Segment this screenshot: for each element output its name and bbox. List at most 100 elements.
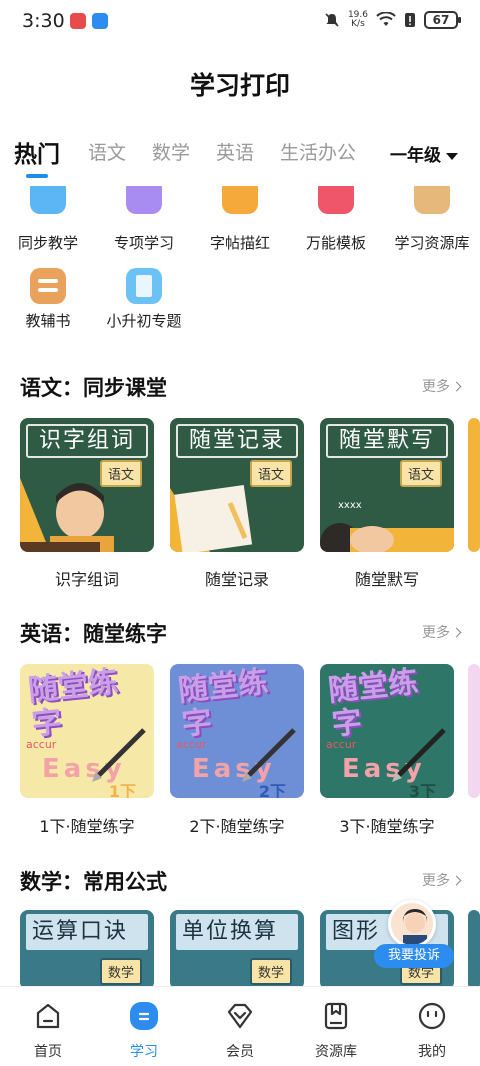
card-grade: 3下 bbox=[408, 782, 436, 798]
card-label: 随堂默写 bbox=[354, 570, 419, 589]
card-chinese-2[interactable]: 随堂记录 语文 bbox=[170, 418, 304, 552]
card-english-1[interactable]: 随堂练字 accur Easy 1下 bbox=[20, 664, 154, 798]
pen-icon bbox=[392, 728, 446, 782]
nav-label: 资源库 bbox=[315, 1044, 357, 1060]
card-tag: 数学 bbox=[249, 958, 292, 985]
svg-text:xxxx: xxxx bbox=[338, 500, 362, 511]
grade-selector[interactable]: 一年级 bbox=[390, 141, 458, 166]
chevron-right-icon bbox=[451, 875, 462, 886]
app-notification-icon bbox=[70, 13, 86, 29]
tab-math[interactable]: 数学 bbox=[152, 138, 190, 165]
bottom-navigation: 首页 学习 会员 资源库 我的 bbox=[0, 986, 480, 1066]
pen-icon bbox=[242, 728, 296, 782]
more-label: 更多 bbox=[422, 873, 450, 889]
section-title-chinese: 语文：同步课堂 bbox=[20, 376, 167, 400]
grid-label: 同步教学 bbox=[17, 234, 78, 252]
network-speed: 19.6 K/s bbox=[348, 11, 368, 29]
tab-chinese[interactable]: 语文 bbox=[88, 138, 126, 165]
nav-resources[interactable]: 资源库 bbox=[296, 1001, 376, 1061]
section-title-english: 英语：随堂练字 bbox=[20, 622, 167, 646]
resource-library-icon bbox=[414, 186, 450, 214]
sync-teaching-icon bbox=[30, 186, 66, 214]
grid-label: 万能模板 bbox=[305, 234, 366, 252]
more-link-math[interactable]: 更多 bbox=[422, 870, 462, 890]
card-english-peek[interactable] bbox=[468, 664, 480, 798]
card-cover-subtext: accur bbox=[176, 738, 207, 751]
battery-indicator: 67 bbox=[424, 11, 461, 29]
card-label: 识字组词 bbox=[54, 570, 119, 589]
chevron-right-icon bbox=[451, 627, 462, 638]
card-math-peek[interactable] bbox=[468, 910, 480, 990]
card-cover-title: 单位换算 bbox=[176, 914, 298, 950]
grid-label: 专项学习 bbox=[113, 234, 174, 252]
card-chinese-3[interactable]: 随堂默写 语文 xxxx bbox=[320, 418, 454, 552]
card-math-2[interactable]: 单位换算 数学 bbox=[170, 910, 304, 990]
mute-bell-icon bbox=[325, 13, 339, 27]
grid-label: 学习资源库 bbox=[394, 234, 470, 252]
copybook-icon bbox=[222, 186, 258, 214]
more-label: 更多 bbox=[422, 379, 450, 395]
nav-label: 会员 bbox=[226, 1044, 254, 1060]
sim-alert-icon bbox=[405, 13, 415, 27]
card-chinese-1[interactable]: 识字组词 语文 bbox=[20, 418, 154, 552]
more-label: 更多 bbox=[422, 625, 450, 641]
grid-item-sync-teaching[interactable]: 同步教学 bbox=[0, 226, 96, 253]
card-grade: 2下 bbox=[258, 782, 286, 798]
grid-item-template[interactable]: 万能模板 bbox=[288, 226, 384, 253]
student-writing-illustration: xxxx bbox=[320, 500, 454, 552]
active-tab-indicator bbox=[26, 174, 48, 178]
document-icon bbox=[126, 268, 162, 304]
card-label: 2下·随堂练字 bbox=[189, 817, 285, 836]
more-link-chinese[interactable]: 更多 bbox=[422, 376, 462, 396]
chevron-right-icon bbox=[451, 381, 462, 392]
card-english-3[interactable]: 随堂练字 accur Easy 3下 bbox=[320, 664, 454, 798]
grid-label: 教辅书 bbox=[25, 312, 71, 330]
grid-item-copybook[interactable]: 字帖描红 bbox=[192, 226, 288, 253]
caret-down-icon bbox=[446, 152, 458, 160]
card-grade: 1下 bbox=[108, 782, 136, 798]
student-illustration bbox=[20, 478, 114, 552]
network-speed-unit: K/s bbox=[351, 19, 365, 29]
grid-item-tutorial-books[interactable]: 教辅书 bbox=[0, 268, 96, 331]
complaint-floating-button[interactable]: 我要投诉 bbox=[374, 900, 454, 972]
grid-item-resource-library[interactable]: 学习资源库 bbox=[384, 226, 480, 253]
card-tag: 数学 bbox=[99, 958, 142, 985]
bookmark-book-icon bbox=[324, 1002, 348, 1030]
status-time: 3:30 bbox=[22, 10, 65, 32]
nav-vip[interactable]: 会员 bbox=[200, 1001, 280, 1061]
card-cover-subtext: accur bbox=[326, 738, 357, 751]
complaint-label: 我要投诉 bbox=[374, 944, 454, 968]
card-cover-subtext: accur bbox=[26, 738, 57, 751]
home-icon bbox=[36, 1003, 60, 1029]
nav-study[interactable]: 学习 bbox=[104, 1001, 184, 1061]
wifi-icon bbox=[376, 12, 396, 26]
tab-hot[interactable]: 热门 bbox=[14, 135, 60, 169]
grid-item-special-study[interactable]: 专项学习 bbox=[96, 226, 192, 253]
service-agent-avatar bbox=[388, 900, 436, 948]
card-chinese-peek[interactable] bbox=[468, 418, 480, 552]
cloud-notification-icon bbox=[92, 13, 108, 29]
grade-label: 一年级 bbox=[390, 146, 441, 166]
nav-profile[interactable]: 我的 bbox=[392, 1001, 472, 1061]
card-label: 1下·随堂练字 bbox=[39, 817, 135, 836]
more-link-english[interactable]: 更多 bbox=[422, 622, 462, 642]
grid-label: 字帖描红 bbox=[209, 234, 270, 252]
special-study-icon bbox=[126, 186, 162, 214]
grid-icons-row1 bbox=[0, 186, 480, 216]
diamond-icon bbox=[227, 1003, 253, 1029]
template-icon bbox=[318, 186, 354, 214]
notebook-illustration bbox=[170, 484, 253, 552]
tab-life-office[interactable]: 生活办公 bbox=[280, 138, 356, 165]
card-math-1[interactable]: 运算口诀 数学 bbox=[20, 910, 154, 990]
card-label: 随堂记录 bbox=[204, 570, 269, 589]
pen-icon bbox=[92, 728, 146, 782]
smile-face-icon bbox=[418, 1002, 446, 1030]
page-title: 学习打印 bbox=[189, 71, 290, 100]
card-cover-title: 运算口诀 bbox=[26, 914, 148, 950]
grid-item-middle-school-topic[interactable]: 小升初专题 bbox=[96, 268, 192, 331]
grid-label: 小升初专题 bbox=[106, 312, 182, 330]
nav-home[interactable]: 首页 bbox=[8, 1001, 88, 1061]
card-english-2[interactable]: 随堂练字 accur Easy 2下 bbox=[170, 664, 304, 798]
status-bar: 3:30 19.6 K/s 67 bbox=[0, 0, 480, 44]
tab-english[interactable]: 英语 bbox=[216, 138, 254, 165]
